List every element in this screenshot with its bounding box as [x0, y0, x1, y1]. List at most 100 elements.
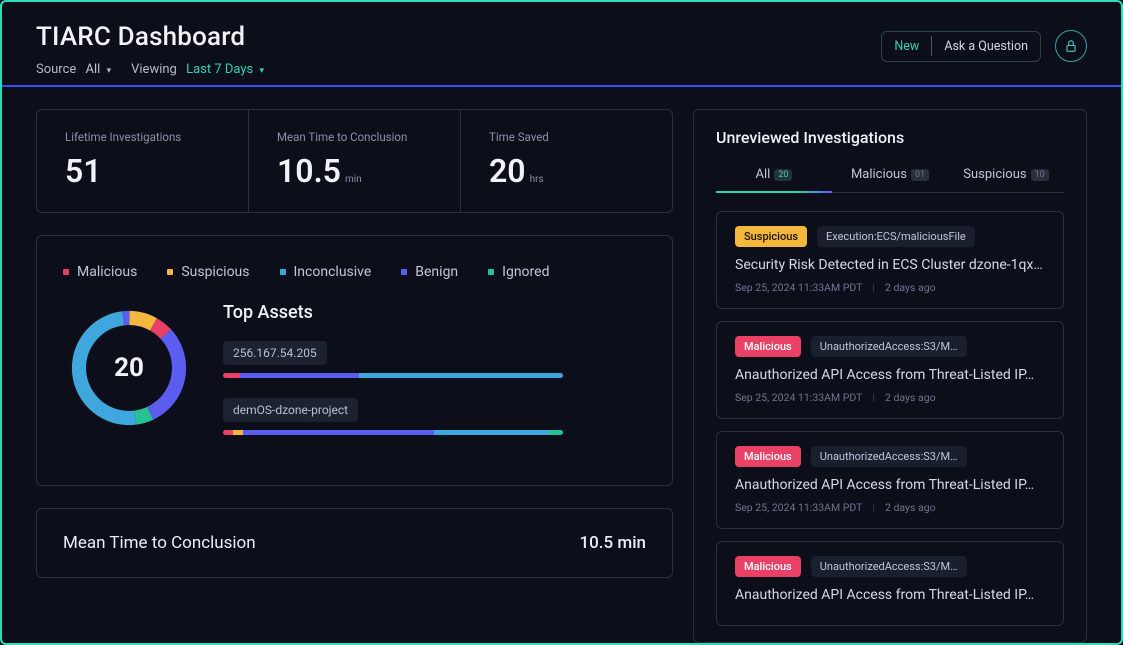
- tab-count: 01: [911, 169, 929, 181]
- asset-bar: [223, 373, 563, 378]
- investigation-date: Sep 25, 2024 11:33AM PDT: [735, 501, 862, 514]
- donut-center-value: 20: [63, 302, 195, 434]
- severity-tag: Suspicious: [735, 226, 807, 247]
- investigation-meta: Sep 25, 2024 11:33AM PDT | 2 days ago: [735, 501, 1045, 514]
- bar-segment: [434, 430, 550, 435]
- header-pill: New Ask a Question: [881, 31, 1041, 62]
- type-tag: UnauthorizedAccess:S3/M…: [811, 556, 967, 577]
- lock-button[interactable]: [1055, 30, 1087, 62]
- asset-bar: [223, 430, 563, 435]
- investigation-ago: 2 days ago: [885, 501, 936, 514]
- legend-dot: [401, 269, 407, 275]
- legend-label: Suspicious: [181, 264, 249, 280]
- investigation-item[interactable]: Malicious UnauthorizedAccess:S3/M… Anaut…: [716, 431, 1064, 529]
- chevron-down-icon: ▾: [107, 66, 112, 76]
- source-filter[interactable]: Source All ▾: [36, 62, 111, 77]
- legend-label: Benign: [415, 264, 458, 280]
- stat-value: 10.5min: [277, 152, 432, 190]
- meta-separator: |: [872, 281, 875, 294]
- asset-label: demOS-dzone-project: [223, 398, 358, 422]
- legend-dot: [488, 269, 494, 275]
- investigation-ago: 2 days ago: [885, 281, 936, 294]
- investigation-title: Anauthorized API Access from Threat-List…: [735, 587, 1045, 603]
- investigation-title: Security Risk Detected in ECS Cluster dz…: [735, 257, 1045, 273]
- stat-lifetime: Lifetime Investigations 51: [37, 110, 249, 212]
- legend-item[interactable]: Suspicious: [167, 264, 249, 280]
- tabs: All20 Malicious 01 Suspicious10: [716, 163, 1064, 193]
- mtt-title: Mean Time to Conclusion: [63, 533, 256, 553]
- bar-segment: [233, 430, 243, 435]
- stat-value: 20hrs: [489, 152, 644, 190]
- page-title: TIARC Dashboard: [36, 22, 264, 52]
- asset-label: 256.167.54.205: [223, 341, 327, 365]
- stat-label: Time Saved: [489, 130, 644, 144]
- bar-segment: [223, 373, 240, 378]
- source-value: All: [86, 62, 101, 77]
- investigation-title: Anauthorized API Access from Threat-List…: [735, 477, 1045, 493]
- bar-segment: [359, 373, 563, 378]
- investigation-meta: Sep 25, 2024 11:33AM PDT | 2 days ago: [735, 281, 1045, 294]
- viewing-filter[interactable]: Viewing Last 7 Days ▾: [131, 62, 264, 77]
- stat-time-saved: Time Saved 20hrs: [461, 110, 672, 212]
- legend-dot: [167, 269, 173, 275]
- investigation-meta: Sep 25, 2024 11:33AM PDT | 2 days ago: [735, 391, 1045, 404]
- chevron-down-icon: ▾: [260, 66, 265, 76]
- investigation-ago: 2 days ago: [885, 391, 936, 404]
- tab-label: All: [756, 167, 771, 182]
- legend-dot: [280, 269, 286, 275]
- top-assets-title: Top Assets: [223, 302, 646, 323]
- legend: Malicious Suspicious Inconclusive Benign Ign…: [63, 264, 646, 280]
- meta-separator: |: [872, 501, 875, 514]
- type-tag: Execution:ECS/maliciousFile: [817, 226, 975, 247]
- stat-value: 51: [65, 152, 220, 190]
- investigation-title: Anauthorized API Access from Threat-List…: [735, 367, 1045, 383]
- donut-chart: 20: [63, 302, 195, 434]
- severity-tag: Malicious: [735, 336, 801, 357]
- stat-mean-time: Mean Time to Conclusion 10.5min: [249, 110, 461, 212]
- lock-icon: [1064, 39, 1078, 53]
- type-tag: UnauthorizedAccess:S3/M…: [811, 336, 967, 357]
- legend-label: Inconclusive: [294, 264, 372, 280]
- header: TIARC Dashboard Source All ▾ Viewing Las…: [2, 2, 1121, 87]
- source-label: Source: [36, 62, 76, 77]
- mtt-value: 10.5 min: [579, 533, 646, 553]
- legend-item[interactable]: Malicious: [63, 264, 137, 280]
- investigation-date: Sep 25, 2024 11:33AM PDT: [735, 281, 862, 294]
- bar-segment: [223, 430, 233, 435]
- bar-segment: [240, 373, 359, 378]
- viewing-value: Last 7 Days: [186, 62, 253, 77]
- tab-malicious[interactable]: Malicious 01: [832, 163, 948, 192]
- legend-label: Ignored: [502, 264, 549, 280]
- tab-label: Suspicious: [963, 167, 1026, 182]
- tab-label: Malicious: [851, 167, 907, 182]
- severity-tag: Malicious: [735, 446, 801, 467]
- asset-item[interactable]: demOS-dzone-project: [223, 398, 646, 435]
- legend-label: Malicious: [77, 264, 137, 280]
- meta-separator: |: [872, 391, 875, 404]
- investigation-date: Sep 25, 2024 11:33AM PDT: [735, 391, 862, 404]
- stat-label: Lifetime Investigations: [65, 130, 220, 144]
- legend-item[interactable]: Inconclusive: [280, 264, 372, 280]
- legend-item[interactable]: Ignored: [488, 264, 549, 280]
- investigations-panel: Unreviewed Investigations All20Malicious…: [693, 109, 1087, 643]
- viewing-label: Viewing: [131, 62, 177, 77]
- tab-all[interactable]: All20: [716, 163, 832, 192]
- bar-segment: [243, 430, 433, 435]
- mean-time-card[interactable]: Mean Time to Conclusion 10.5 min: [36, 508, 673, 578]
- asset-item[interactable]: 256.167.54.205: [223, 341, 646, 378]
- legend-dot: [63, 269, 69, 275]
- investigation-item[interactable]: Malicious UnauthorizedAccess:S3/M… Anaut…: [716, 541, 1064, 626]
- classification-card: Malicious Suspicious Inconclusive Benign Ign…: [36, 235, 673, 486]
- new-button[interactable]: New: [882, 32, 931, 61]
- stats-card: Lifetime Investigations 51 Mean Time to …: [36, 109, 673, 213]
- severity-tag: Malicious: [735, 556, 801, 577]
- tab-count: 20: [774, 169, 792, 181]
- tab-suspicious[interactable]: Suspicious10: [948, 163, 1064, 192]
- legend-item[interactable]: Benign: [401, 264, 458, 280]
- ask-question-button[interactable]: Ask a Question: [932, 32, 1040, 61]
- stat-label: Mean Time to Conclusion: [277, 130, 432, 144]
- investigation-item[interactable]: Malicious UnauthorizedAccess:S3/M… Anaut…: [716, 321, 1064, 419]
- investigation-item[interactable]: Suspicious Execution:ECS/maliciousFile S…: [716, 211, 1064, 309]
- panel-title: Unreviewed Investigations: [716, 128, 1064, 147]
- type-tag: UnauthorizedAccess:S3/M…: [811, 446, 967, 467]
